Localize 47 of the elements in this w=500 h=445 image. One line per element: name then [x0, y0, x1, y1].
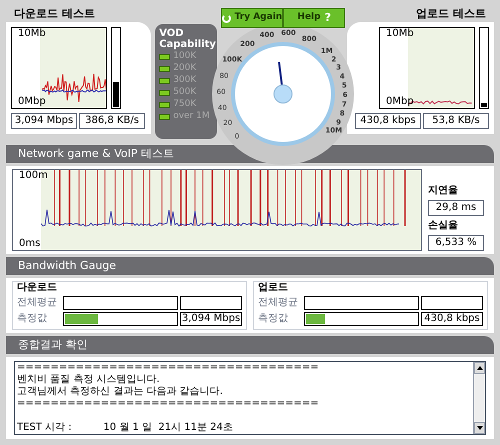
retry-button[interactable]: Try Again — [221, 8, 284, 28]
scroll-down-icon[interactable] — [474, 422, 485, 434]
row-label: 측정값 — [258, 312, 289, 326]
value-field — [180, 296, 242, 310]
scrollbar[interactable] — [473, 362, 485, 434]
value-field: 53,8 KB/s — [423, 113, 489, 129]
loss-label: 손실율 — [428, 219, 459, 233]
axis-label: 100m — [19, 171, 48, 181]
axis-label: 10Mb — [386, 29, 414, 39]
vod-title: VOD Capability — [159, 28, 214, 50]
result-line: 고객님께서 측정하신 결과는 다음과 같습니다. — [17, 386, 224, 398]
section-header: 종합결과 확인 — [6, 336, 494, 354]
axis-label: 10Mb — [18, 29, 46, 39]
vod-label: 750K — [173, 99, 196, 110]
value-field — [421, 296, 483, 310]
vod-label: 500K — [173, 87, 196, 98]
value-field: 6,533 % — [428, 235, 484, 251]
help-button[interactable]: Help ? — [283, 8, 346, 28]
axis-label: 0Mbp — [386, 97, 414, 107]
help-icon: ? — [324, 10, 331, 26]
value-field: 430,8 kbps — [355, 113, 421, 129]
result-line: ==================================== — [17, 362, 320, 374]
panel-title: 업로드 테스트 — [415, 6, 487, 22]
latency-label: 지연율 — [428, 184, 459, 198]
vod-label: 300K — [173, 75, 196, 86]
result-line: ==================================== — [17, 398, 320, 410]
row-label: 측정값 — [17, 312, 48, 326]
row-label: 전체평균 — [17, 296, 58, 310]
value-field: 430,8 kbps — [421, 312, 483, 326]
row-label: 전체평균 — [258, 296, 299, 310]
value-field: 3,094 Mbps — [180, 312, 242, 326]
group-title: 다운로드 — [17, 282, 58, 294]
section-header: Bandwidth Gauge — [6, 257, 494, 275]
panel-title: 다운로드 테스트 — [13, 6, 96, 22]
refresh-icon — [222, 14, 231, 22]
vod-label: 200K — [173, 63, 196, 74]
vod-label: over 1M — [173, 111, 210, 122]
group-title: 업로드 — [258, 282, 289, 294]
result-line: 벤치비 품질 측정 시스템입니다. — [17, 374, 161, 386]
axis-label: 0Mbp — [18, 97, 46, 107]
vod-label: 100K — [173, 51, 196, 62]
value-field: 386,8 KB/s — [79, 113, 145, 129]
value-field: 3,094 Mbps — [11, 113, 77, 129]
value-field: 29,8 ms — [428, 200, 484, 216]
scroll-up-icon[interactable] — [474, 362, 485, 374]
axis-label: 0ms — [19, 239, 40, 249]
result-line: TEST 시각 : 10 월 1 일 21시 11분 24초 — [17, 422, 234, 434]
